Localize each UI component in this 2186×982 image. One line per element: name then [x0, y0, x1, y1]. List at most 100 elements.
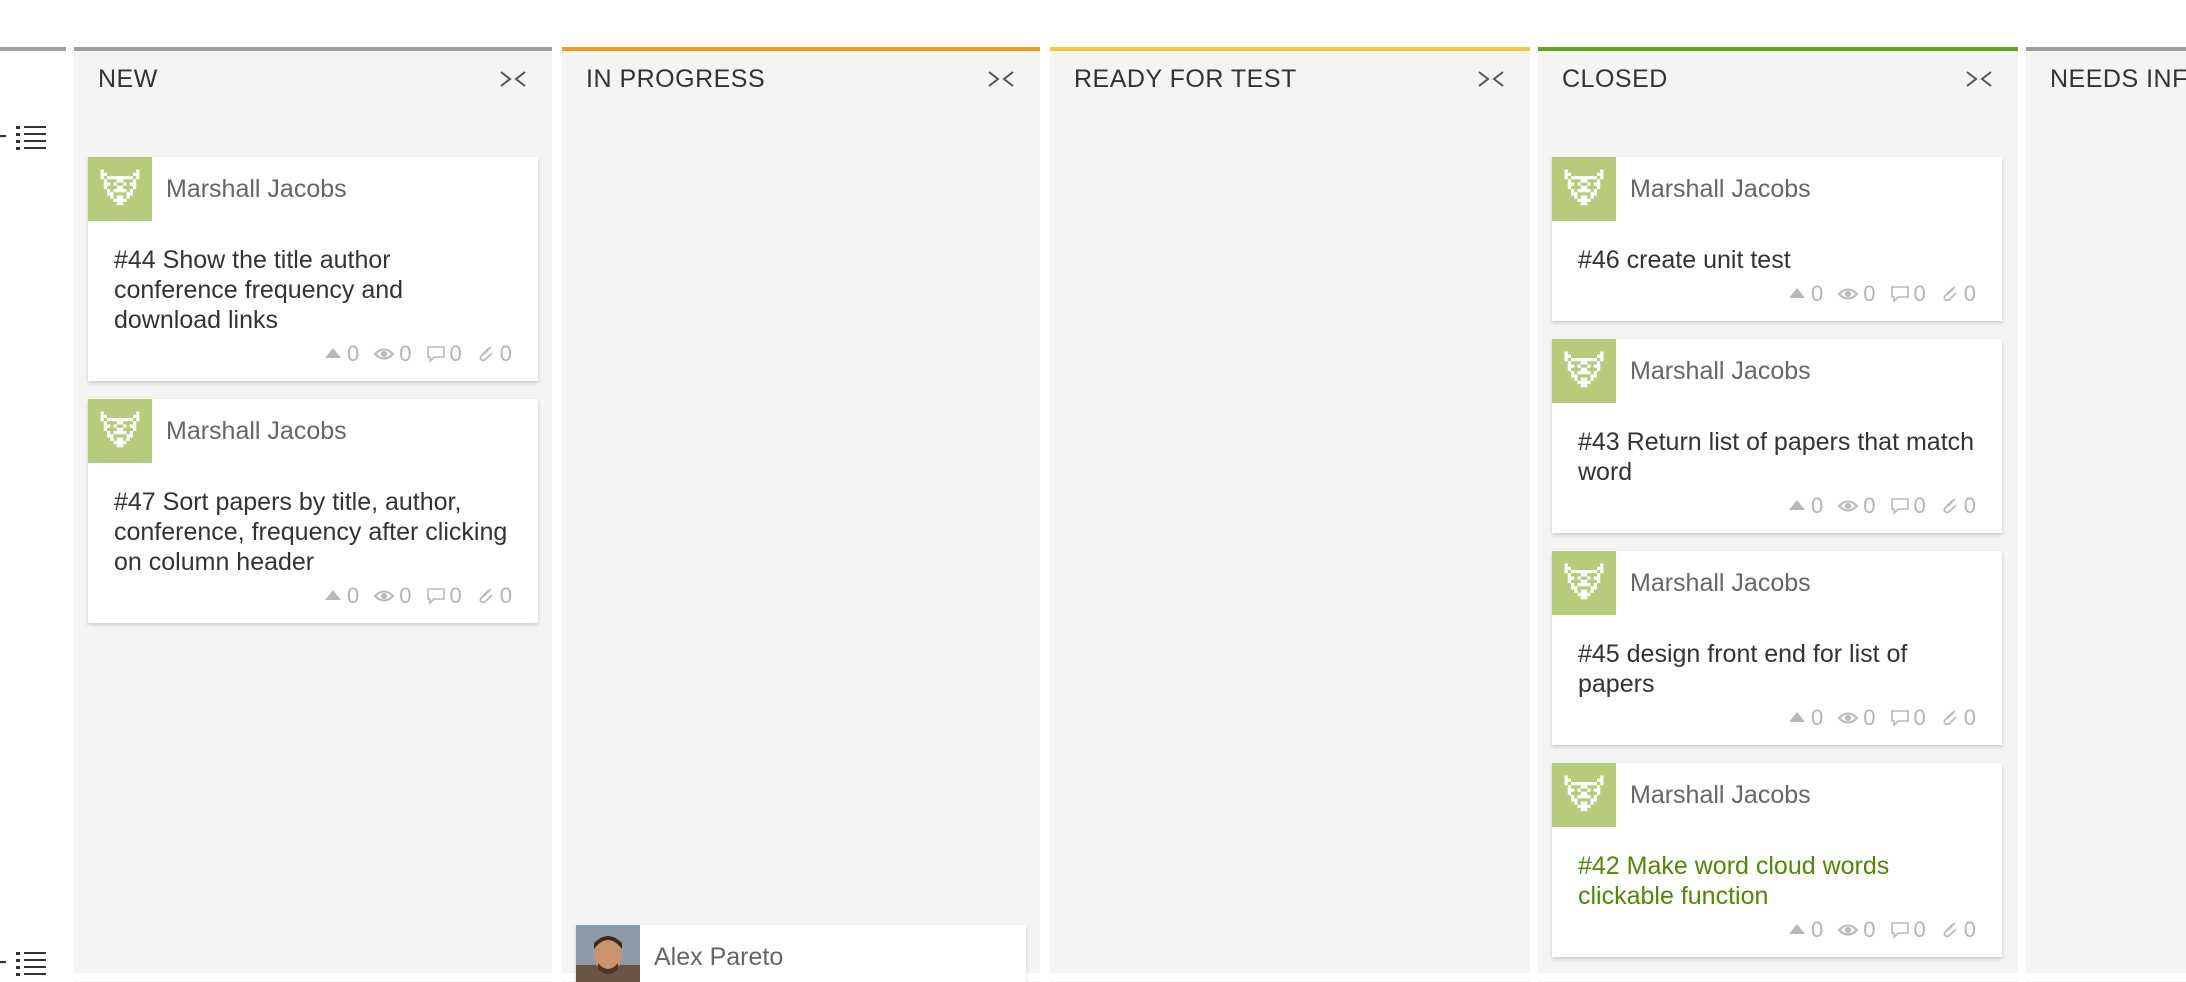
upvote-icon [1787, 496, 1807, 516]
fold-columns-icon[interactable] [1476, 67, 1506, 91]
card-author[interactable]: Alex Pareto [654, 943, 783, 972]
card-author[interactable]: Marshall Jacobs [166, 175, 347, 204]
card-author[interactable]: Marshall Jacobs [1630, 781, 1811, 810]
avatar[interactable] [1552, 339, 1616, 403]
watchers-stat: 0 [1837, 281, 1876, 307]
fold-columns-icon[interactable] [1964, 67, 1994, 91]
card-header: Marshall Jacobs [1552, 157, 2002, 221]
avatar-photo[interactable] [576, 925, 640, 982]
swimlane-cell-2[interactable] [1538, 925, 2018, 982]
votes-stat: 0 [1787, 493, 1823, 519]
attachments-count: 0 [1963, 705, 1976, 730]
watchers-count: 0 [399, 583, 412, 608]
comments-stat: 0 [1890, 281, 1926, 307]
column-header: READY FOR TEST [1050, 51, 1530, 107]
votes-count: 0 [1811, 705, 1824, 730]
person-photo-icon [576, 925, 640, 982]
card-stats: 0 0 0 0 [1552, 275, 2002, 321]
column-header: NEEDS INFO [2026, 51, 2186, 107]
column-title: READY FOR TEST [1074, 64, 1297, 93]
attachments-count: 0 [1963, 281, 1976, 306]
avatar[interactable] [88, 157, 152, 221]
card-title[interactable]: #47 Sort papers by title, author, confer… [88, 463, 538, 577]
comments-count: 0 [1913, 705, 1926, 730]
column-title: NEW [98, 64, 158, 93]
plus-icon[interactable]: + [0, 122, 8, 152]
watchers-count: 0 [399, 341, 412, 366]
votes-count: 0 [1811, 281, 1824, 306]
watchers-stat: 0 [1837, 705, 1876, 731]
card-44[interactable]: Marshall Jacobs #44 Show the title autho… [88, 157, 538, 381]
column-ready-for-test: READY FOR TEST [1050, 47, 1530, 982]
swimlane-cell[interactable] [2026, 107, 2186, 973]
card-43[interactable]: Marshall Jacobs #43 Return list of paper… [1552, 339, 2002, 533]
list-icon[interactable] [15, 949, 46, 977]
comments-stat: 0 [1890, 705, 1926, 731]
attachments-stat: 0 [1940, 705, 1976, 731]
card-title[interactable]: #45 design front end for list of papers [1552, 615, 2002, 699]
swimlane-cell[interactable] [562, 107, 1040, 973]
kanban-board: + + NEW Marshall Jacobs #44 Show the tit… [0, 0, 2186, 982]
comment-icon [1890, 708, 1910, 728]
fold-columns-icon[interactable] [986, 67, 1016, 91]
card-title[interactable]: #43 Return list of papers that match wor… [1552, 403, 2002, 487]
watchers-stat: 0 [1837, 493, 1876, 519]
comments-count: 0 [1913, 493, 1926, 518]
column-header: IN PROGRESS [562, 51, 1040, 107]
comments-stat: 0 [426, 341, 462, 367]
eye-icon [1837, 284, 1859, 304]
fold-columns-icon[interactable] [498, 67, 528, 91]
swimlane-cell[interactable] [1050, 107, 1530, 973]
card-title[interactable]: #44 Show the title author conference fre… [88, 221, 538, 335]
votes-count: 0 [347, 341, 360, 366]
column-new: NEW Marshall Jacobs #44 Show the title a… [74, 47, 552, 982]
card-title[interactable]: #42 Make word cloud words clickable func… [1552, 827, 2002, 911]
swimlane-cell[interactable]: Marshall Jacobs #46 create unit test 0 0… [1538, 107, 2018, 973]
attachments-stat: 0 [1940, 281, 1976, 307]
paperclip-icon [1940, 708, 1960, 728]
card-45[interactable]: Marshall Jacobs #45 design front end for… [1552, 551, 2002, 745]
card-47[interactable]: Marshall Jacobs #47 Sort papers by title… [88, 399, 538, 623]
card-author[interactable]: Marshall Jacobs [1630, 175, 1811, 204]
card-stats: 0 0 0 0 [88, 577, 538, 623]
column-title: CLOSED [1562, 64, 1668, 93]
card-46[interactable]: Marshall Jacobs #46 create unit test 0 0… [1552, 157, 2002, 321]
attachments-count: 0 [1963, 493, 1976, 518]
attachments-count: 0 [499, 583, 512, 608]
card-author[interactable]: Marshall Jacobs [1630, 357, 1811, 386]
card-header: Marshall Jacobs [1552, 551, 2002, 615]
eye-icon [373, 586, 395, 606]
column-needs-info: NEEDS INFO [2026, 47, 2186, 982]
comment-icon [1890, 496, 1910, 516]
avatar[interactable] [1552, 551, 1616, 615]
gutter-header-bar [0, 47, 66, 51]
votes-stat: 0 [323, 341, 359, 367]
paperclip-icon [476, 586, 496, 606]
upvote-icon [323, 344, 343, 364]
votes-stat: 0 [1787, 705, 1823, 731]
comments-stat: 0 [1890, 493, 1926, 519]
list-icon[interactable] [15, 123, 46, 151]
avatar[interactable] [1552, 763, 1616, 827]
swimlane-cell-2[interactable] [1050, 925, 1530, 982]
card-header: Marshall Jacobs [1552, 763, 2002, 827]
column-header: CLOSED [1538, 51, 2018, 107]
card-header: Alex Pareto [576, 925, 1026, 982]
upvote-icon [1787, 284, 1807, 304]
column-header: NEW [74, 51, 552, 107]
plus-icon[interactable]: + [0, 948, 8, 978]
avatar[interactable] [1552, 157, 1616, 221]
card-author[interactable]: Marshall Jacobs [1630, 569, 1811, 598]
attachments-stat: 0 [476, 341, 512, 367]
watchers-stat: 0 [373, 583, 412, 609]
card-author[interactable]: Marshall Jacobs [166, 417, 347, 446]
avatar[interactable] [88, 399, 152, 463]
comments-count: 0 [449, 583, 462, 608]
swimlane-cell-2[interactable] [2026, 925, 2186, 982]
card-header: Marshall Jacobs [88, 157, 538, 221]
swimlane-cell-2[interactable]: Alex Pareto [562, 925, 1040, 982]
swimlane-cell[interactable]: Marshall Jacobs #44 Show the title autho… [74, 107, 552, 973]
card-title[interactable]: #46 create unit test [1552, 221, 2002, 275]
card-alex-pareto[interactable]: Alex Pareto [576, 925, 1026, 982]
votes-stat: 0 [323, 583, 359, 609]
